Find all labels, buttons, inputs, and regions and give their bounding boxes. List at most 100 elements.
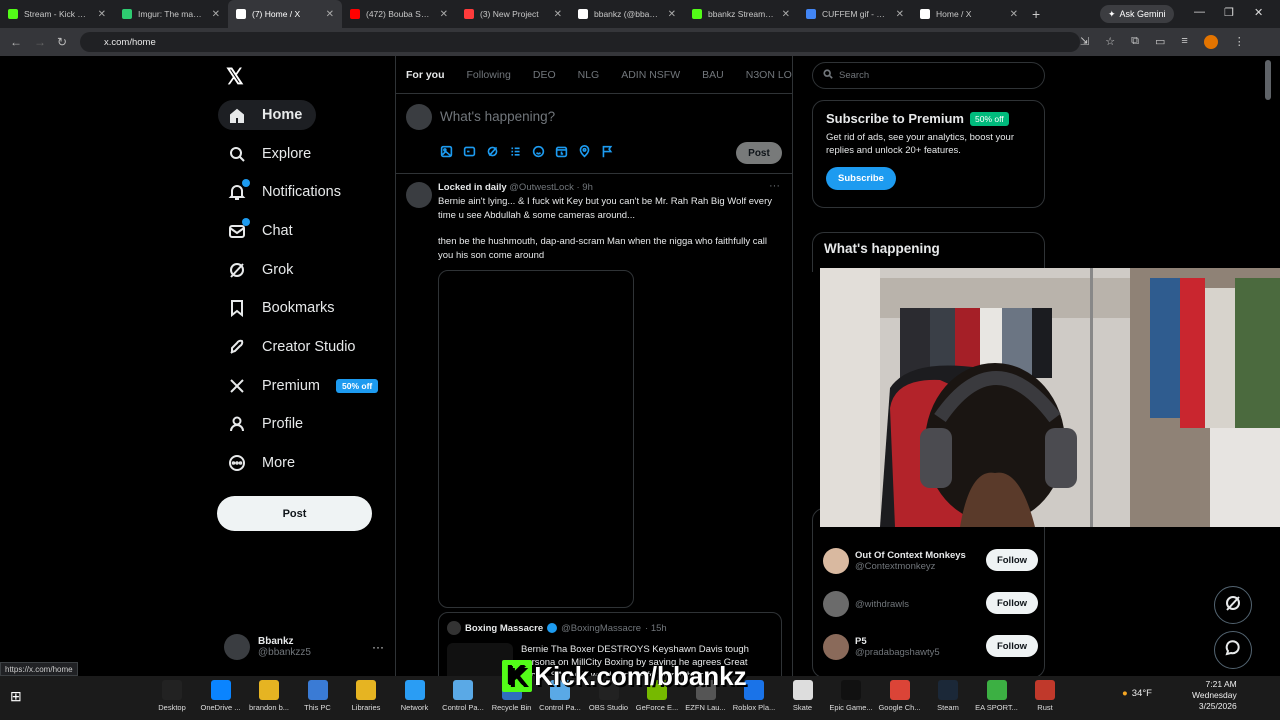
subscribe-button[interactable]: Subscribe [826,167,896,190]
tab-nlg[interactable]: NLG [578,69,600,81]
close-window-icon[interactable]: ✕ [1254,6,1263,19]
emoji-icon[interactable] [532,145,545,163]
sidebar-item-grok[interactable]: Grok [218,255,307,285]
sidebar-item-profile[interactable]: Profile [218,409,317,439]
taskbar-app[interactable]: Network [393,680,437,712]
avatar[interactable] [823,634,849,660]
tab-close-icon[interactable]: ✕ [326,9,334,20]
chat-float-button[interactable] [1214,631,1252,669]
browser-tab[interactable]: Stream - Kick Dash ✕ [0,0,114,28]
poll-icon[interactable] [509,145,522,163]
reload-icon[interactable]: ↻ [57,35,67,49]
weather-widget[interactable]: ● 34°F [1122,688,1152,699]
tab-close-icon[interactable]: ✕ [554,9,562,20]
tweet[interactable]: Locked in daily @OutwestLock · 9h ··· Be… [396,174,792,676]
browser-tab[interactable]: (472) Bouba Savag ✕ [342,0,456,28]
taskbar-app[interactable]: Desktop [150,680,194,712]
tab-close-icon[interactable]: ✕ [1010,9,1018,20]
x-logo-icon[interactable]: 𝕏 [226,64,244,90]
ask-gemini-button[interactable]: ✦ Ask Gemini [1100,5,1174,23]
schedule-icon[interactable] [555,145,568,163]
tweet-time[interactable]: · 9h [576,182,592,193]
scrollbar[interactable] [1265,60,1271,100]
sidebar-post-button[interactable]: Post [217,496,372,531]
sidebar-item-premium[interactable]: Premium 50% off [218,371,392,401]
tab-close-icon[interactable]: ✕ [440,9,448,20]
tab-for-you[interactable]: For you [406,69,445,81]
tweet-author-name[interactable]: Locked in daily [438,182,507,193]
sidebar-item-more[interactable]: More [218,448,309,478]
menu-icon[interactable]: ⋮ [1234,35,1245,49]
follow-suggestion[interactable]: P5 @pradabagshawty5 Follow [823,631,1038,663]
tab-deo[interactable]: DEO [533,69,556,81]
system-clock[interactable]: 7:21 AM Wednesday 3/25/2026 [1192,679,1237,712]
sidebar-item-creator-studio[interactable]: Creator Studio [218,332,370,362]
profile-avatar[interactable] [1203,35,1218,49]
location-icon[interactable] [578,145,591,163]
windows-start-icon[interactable]: ⊞ [10,688,22,705]
flag-icon[interactable] [601,145,614,163]
sidepanel-icon[interactable]: ▭ [1155,35,1165,49]
media-icon[interactable]: ≡ [1181,35,1187,49]
tab-n3on-loyal[interactable]: N3ON LOYAL [746,69,792,81]
compose-post-button[interactable]: Post [736,142,782,164]
extensions-icon[interactable]: ⧉ [1131,35,1139,49]
sidebar-item-home[interactable]: Home [218,100,317,130]
avatar[interactable] [823,591,849,617]
browser-tab[interactable]: bbankz Stream - W ✕ [684,0,798,28]
tab-close-icon[interactable]: ✕ [782,9,790,20]
back-icon[interactable]: ← [10,35,22,49]
tab-close-icon[interactable]: ✕ [212,9,220,20]
tweet-media[interactable] [438,270,634,608]
url-field[interactable]: x.com/home [80,32,1080,52]
avatar[interactable] [406,182,432,208]
taskbar-app[interactable]: Control Pa... [441,680,485,712]
account-switcher[interactable]: Bbankz @bbankzz5 ··· [224,630,384,664]
image-icon[interactable] [440,145,453,163]
taskbar-app[interactable]: This PC [296,680,340,712]
follow-button[interactable]: Follow [986,592,1038,614]
browser-tab[interactable]: Imgur: The magic o ✕ [114,0,228,28]
forward-icon[interactable]: → [34,35,46,49]
taskbar-app[interactable]: Skate [781,680,825,712]
taskbar-app[interactable]: Google Ch... [878,680,922,712]
follow-suggestion[interactable]: Out Of Context Monkeys @Contextmonkeyz Fol… [823,545,1038,577]
sidebar-item-chat[interactable]: Chat [218,216,307,246]
maximize-icon[interactable]: ❐ [1224,6,1234,19]
sidebar-item-explore[interactable]: Explore [218,139,325,169]
new-tab-icon[interactable]: + [1032,6,1040,22]
taskbar-app[interactable]: Steam [926,680,970,712]
taskbar-app[interactable]: Epic Game... [829,680,873,712]
tab-close-icon[interactable]: ✕ [668,9,676,20]
taskbar-app[interactable]: Rust [1023,680,1067,712]
compose-input[interactable]: What's happening? [440,109,555,124]
browser-tab[interactable]: (7) Home / X ✕ [228,0,342,28]
install-icon[interactable]: ⇲ [1080,35,1089,49]
search-input[interactable]: Search [812,62,1045,89]
tab-following[interactable]: Following [467,69,511,81]
browser-tab[interactable]: Home / X ✕ [912,0,1026,28]
grok-float-button[interactable] [1214,586,1252,624]
browser-tab[interactable]: bbankz (@bbankz ✕ [570,0,684,28]
tweet-handle[interactable]: @OutwestLock [509,182,574,193]
taskbar-app[interactable]: Libraries [344,680,388,712]
avatar[interactable] [823,548,849,574]
browser-tab[interactable]: CUFFEM gif - Sear ✕ [798,0,912,28]
sidebar-item-notifications[interactable]: Notifications [218,177,355,207]
gif-icon[interactable] [463,145,476,163]
tab-adin-nsfw[interactable]: ADIN NSFW [621,69,680,81]
follow-button[interactable]: Follow [986,549,1038,571]
taskbar-app[interactable]: OneDrive ... [199,680,243,712]
tweet-more-icon[interactable]: ··· [769,180,780,192]
sidebar-item-bookmarks[interactable]: Bookmarks [218,293,349,323]
browser-tab[interactable]: (3) New Project ✕ [456,0,570,28]
follow-suggestion[interactable]: @withdrawls Follow [823,588,1038,620]
more-dots-icon[interactable]: ··· [372,640,384,654]
tab-bau[interactable]: BAU [702,69,724,81]
tab-close-icon[interactable]: ✕ [98,9,106,20]
star-icon[interactable]: ☆ [1105,35,1115,49]
follow-button[interactable]: Follow [986,635,1038,657]
taskbar-app[interactable]: EA SPORT... [975,680,1019,712]
tab-close-icon[interactable]: ✕ [896,9,904,20]
grok-compose-icon[interactable] [486,145,499,163]
